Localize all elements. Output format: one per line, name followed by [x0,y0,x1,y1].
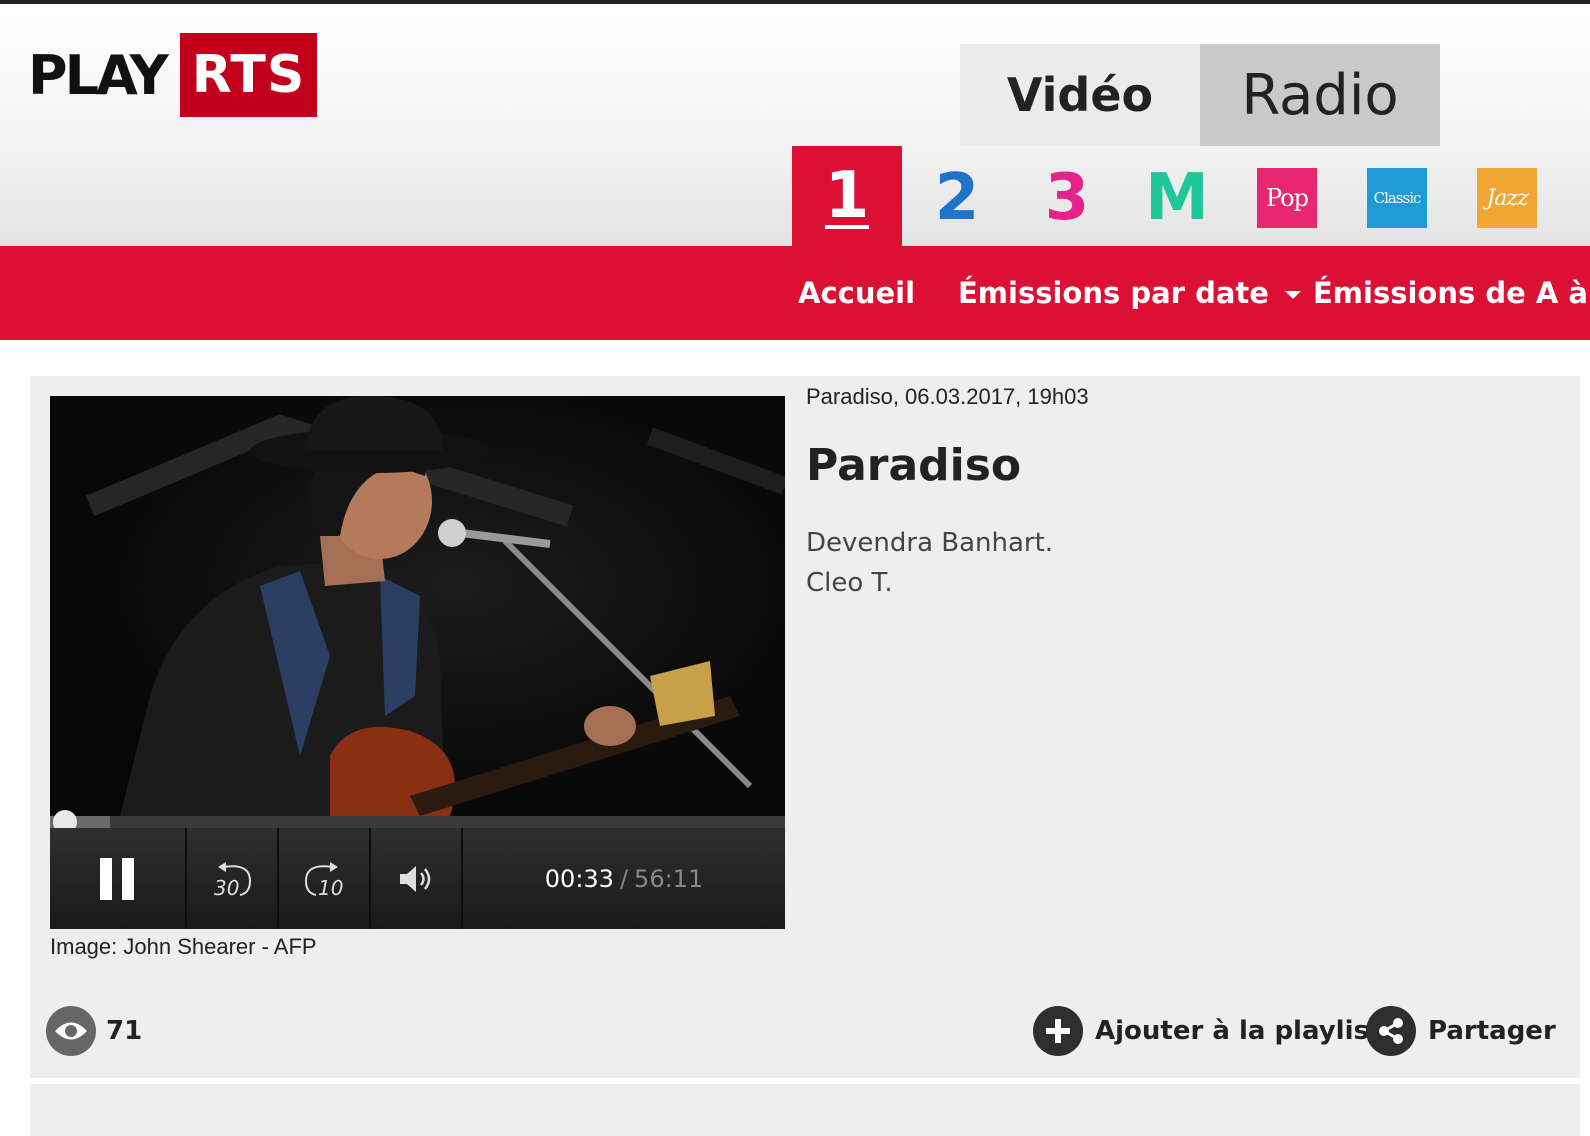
time-display: 00:33 / 56:11 [463,828,785,929]
audio-player: 30 10 00:33 / 56:11 [50,396,785,929]
next-section [30,1084,1580,1136]
add-to-playlist-button[interactable]: Ajouter à la playlist [1033,1006,1381,1056]
share-icon [1366,1006,1416,1056]
station-espace-2[interactable]: 2 [902,146,1012,250]
rts-pop-logo: Pop [1257,168,1317,228]
station-bar: 1 2 3 M Pop Classic Jazz [792,146,1562,250]
option-musique-logo: M [1145,161,1209,235]
nav-home[interactable]: Accueil [798,246,915,340]
episode-meta: Paradiso, 06.03.2017, 19h03 [806,384,1089,409]
play-rts-logo[interactable]: PLAY RTS [28,32,318,118]
logo-play-text: PLAY [28,43,169,107]
station-couleur-3[interactable]: 3 [1012,146,1122,250]
nav-a-to-z[interactable]: Émissions de A à Z [1313,246,1590,340]
rewind-30-label: 30 [214,876,239,899]
plus-icon [1033,1006,1083,1056]
pause-icon [99,857,134,900]
add-to-playlist-label: Ajouter à la playlist [1095,1016,1382,1046]
episode-image [50,396,785,816]
episode-title: Paradiso [806,440,1022,491]
view-count: 71 [46,1006,142,1056]
tab-radio[interactable]: Radio [1200,44,1440,146]
station-la-1ere[interactable]: 1 [792,146,902,250]
station-rts-pop[interactable]: Pop [1232,146,1342,250]
progress-track[interactable] [50,816,785,828]
station-rts-jazz[interactable]: Jazz [1452,146,1562,250]
station-option-musique[interactable]: M [1122,146,1232,250]
chevron-down-icon [1284,291,1301,299]
station-rts-classic[interactable]: Classic [1342,146,1452,250]
header: PLAY RTS Vidéo Radio 1 2 3 M Pop Classic… [0,4,1590,250]
total-time: 56:11 [634,864,704,893]
forward-10-label: 10 [318,876,343,899]
la-1ere-logo: 1 [824,159,870,233]
rts-jazz-logo: Jazz [1477,168,1537,228]
tab-video[interactable]: Vidéo [960,44,1200,146]
rts-classic-logo: Classic [1367,168,1427,228]
forward-10-button[interactable]: 10 [279,828,371,929]
nav-a-to-z-label: Émissions de A à Z [1313,276,1590,310]
espace-2-logo: 2 [934,161,980,235]
rewind-30-icon: 30 [214,861,252,899]
eye-icon [46,1006,96,1056]
pause-button[interactable] [50,828,187,929]
main-nav: Accueil Émissions par date Émissions de … [0,246,1590,340]
rewind-30-button[interactable]: 30 [187,828,279,929]
share-label: Partager [1428,1016,1556,1046]
forward-10-icon: 10 [304,861,343,899]
share-button[interactable]: Partager [1366,1006,1556,1056]
description-line: Cleo T. [806,568,893,598]
episode-card: 30 10 00:33 / 56:11 Image: John Shearer … [30,376,1580,1078]
musician-photo [85,396,785,816]
logo-rts-text: RTS [179,33,318,117]
description-line: Devendra Banhart. [806,528,1054,558]
volume-button[interactable] [371,828,463,929]
couleur-3-logo: 3 [1044,161,1090,235]
current-time: 00:33 [544,864,614,893]
nav-by-date[interactable]: Émissions par date [958,246,1301,340]
nav-home-label: Accueil [798,276,916,310]
views-number: 71 [106,1016,143,1046]
nav-by-date-label: Émissions par date [958,276,1269,310]
player-controls: 30 10 00:33 / 56:11 [50,828,785,929]
mode-tabs: Vidéo Radio [960,44,1440,146]
volume-icon [400,865,431,892]
time-separator: / [619,864,629,893]
page: PLAY RTS Vidéo Radio 1 2 3 M Pop Classic… [0,0,1590,1136]
image-credit: Image: John Shearer - AFP [50,934,317,959]
